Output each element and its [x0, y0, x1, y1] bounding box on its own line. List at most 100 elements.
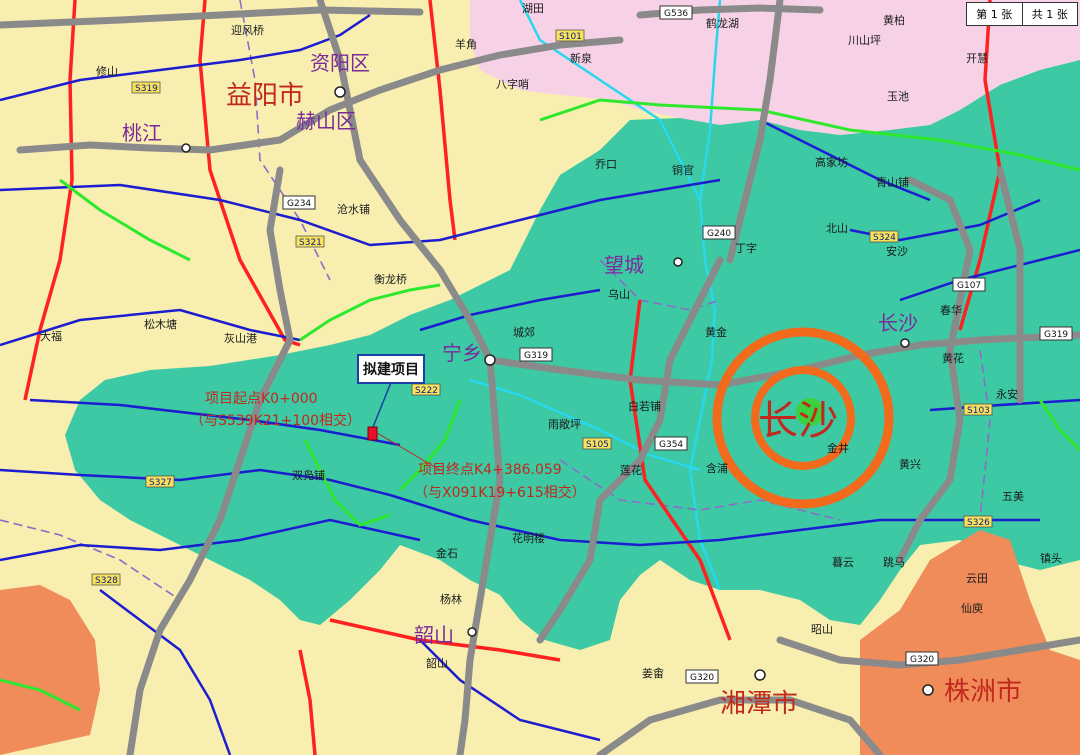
place-label: 暮云	[832, 555, 854, 569]
project-marker	[367, 426, 378, 441]
city-marker-xiangtan	[754, 669, 766, 681]
city-marker-changsha-county	[900, 338, 910, 348]
place-label: 永安	[996, 387, 1018, 401]
place-label: 春华	[940, 303, 962, 317]
district-label-wangcheng: 望城	[604, 253, 644, 277]
road-shield-g107: G107	[952, 277, 986, 292]
sheet-total: 共 1 张	[1021, 3, 1078, 25]
place-label: 云田	[966, 572, 988, 585]
shield-text: S324	[873, 233, 896, 243]
city-label-xiangtan: 湘潭市	[720, 689, 798, 719]
place-label: 双凫铺	[292, 468, 325, 482]
place-label: 高家坊	[815, 155, 848, 169]
road-shield-g354: G354	[654, 436, 688, 451]
road-shield-g319-east: G319	[1039, 326, 1073, 341]
shield-text: S326	[967, 518, 990, 528]
project-end-line1: 项目终点K4+386.059	[418, 462, 562, 478]
shield-text: G320	[910, 655, 934, 665]
road-shield-g536: G536	[659, 5, 693, 20]
shield-text: S105	[586, 440, 609, 450]
road-shield-s105: S105	[582, 437, 612, 450]
place-label: 城郊	[513, 326, 535, 339]
road-shield-g320: G320	[685, 669, 719, 684]
district-label-ziyang: 资阳区	[310, 51, 370, 75]
place-label: 昭山	[811, 623, 833, 636]
shield-text: G354	[659, 440, 683, 450]
city-marker-yiyang	[334, 86, 346, 98]
place-label: 姜畬	[642, 666, 664, 680]
place-label: 青山铺	[876, 176, 909, 189]
place-label: 金石	[436, 546, 458, 560]
shield-text: G319	[524, 351, 548, 361]
place-label: 黄兴	[899, 457, 921, 471]
place-label: 金井	[827, 441, 849, 455]
shield-text: S327	[149, 478, 172, 488]
city-label-shaoshan: 韶山	[414, 623, 454, 647]
shield-text: S321	[299, 238, 322, 248]
shield-text: G536	[664, 9, 688, 19]
city-marker-wangcheng	[673, 257, 683, 267]
project-end-line2: （与X091K19+615相交）	[414, 484, 586, 501]
road-shield-s324: S324	[869, 230, 899, 243]
district-label-heshan: 赫山区	[296, 109, 356, 133]
place-label: 黄花	[942, 351, 964, 365]
place-label: 五美	[1002, 490, 1024, 503]
place-label: 新泉	[570, 51, 592, 65]
sheet-current: 第 1 张	[976, 8, 1013, 21]
place-label: 湖田	[522, 2, 544, 15]
place-label: 含浦	[706, 461, 728, 475]
city-marker-taojiang	[181, 143, 191, 153]
road-shield-s319: S319	[131, 81, 161, 94]
shield-text: G234	[287, 199, 311, 209]
place-label: 仙庾	[961, 601, 983, 615]
place-label: 丁字	[735, 241, 757, 255]
road-shield-g234: G234	[282, 195, 316, 210]
place-label: 八字哨	[496, 77, 529, 91]
place-label: 迎风桥	[231, 24, 264, 37]
place-label: 灰山港	[224, 331, 257, 345]
place-label: 修山	[96, 64, 118, 78]
shield-text: G320	[690, 673, 714, 683]
place-label: 鹤龙湖	[706, 16, 739, 30]
shield-text: S319	[135, 84, 158, 94]
place-label: 松木塘	[144, 317, 177, 331]
road-shield-g320-east: G320	[905, 651, 939, 666]
shield-text: G319	[1044, 330, 1068, 340]
place-label: 莲花	[620, 464, 642, 477]
city-marker-ningxiang	[484, 354, 496, 366]
place-label: 乌山	[608, 287, 630, 301]
place-label: 玉池	[887, 90, 909, 103]
place-label: 韶山	[426, 656, 448, 670]
county-label-ningxiang: 宁乡	[442, 341, 482, 365]
county-label-changsha: 长沙	[878, 311, 918, 335]
road-shield-s321: S321	[295, 235, 325, 248]
project-label: 拟建项目	[357, 354, 425, 384]
place-label: 乔口	[595, 158, 617, 171]
place-label: 镇头	[1040, 551, 1062, 565]
city-marker-shaoshan	[467, 627, 477, 637]
shield-text: S101	[559, 32, 582, 42]
county-label-taojiang: 桃江	[122, 121, 162, 145]
shield-text: G240	[707, 229, 731, 239]
sheet-indicator: 第 1 张 共 1 张	[966, 2, 1078, 26]
city-label-changsha: 长沙	[758, 398, 838, 444]
place-label: 黄金	[705, 325, 727, 339]
place-label: 北山	[826, 222, 848, 235]
road-shield-s328: S328	[91, 573, 121, 586]
place-label: 衡龙桥	[374, 273, 407, 286]
regional-road-map: 益阳市 赫山区 资阳区 桃江 望城 宁乡 长沙 长沙 湘潭市 株洲市 韶山 羊角…	[0, 0, 1080, 755]
city-label-zhuzhou: 株洲市	[944, 677, 1022, 707]
city-label-yiyang: 益阳市	[226, 81, 304, 111]
place-label: 沧水铺	[337, 202, 370, 216]
place-label: 川山坪	[848, 34, 881, 47]
road-shield-g240: G240	[702, 225, 736, 240]
place-label: 羊角	[455, 37, 477, 51]
shield-text: G107	[957, 281, 981, 291]
project-start-line2: （与S539K21+100相交）	[190, 412, 361, 429]
place-label: 开慧	[966, 51, 988, 65]
shield-text: S222	[415, 386, 438, 396]
place-label: 白若铺	[628, 399, 661, 413]
place-label: 花明楼	[512, 531, 545, 545]
shield-text: S103	[967, 406, 990, 416]
shield-text: S328	[95, 576, 118, 586]
